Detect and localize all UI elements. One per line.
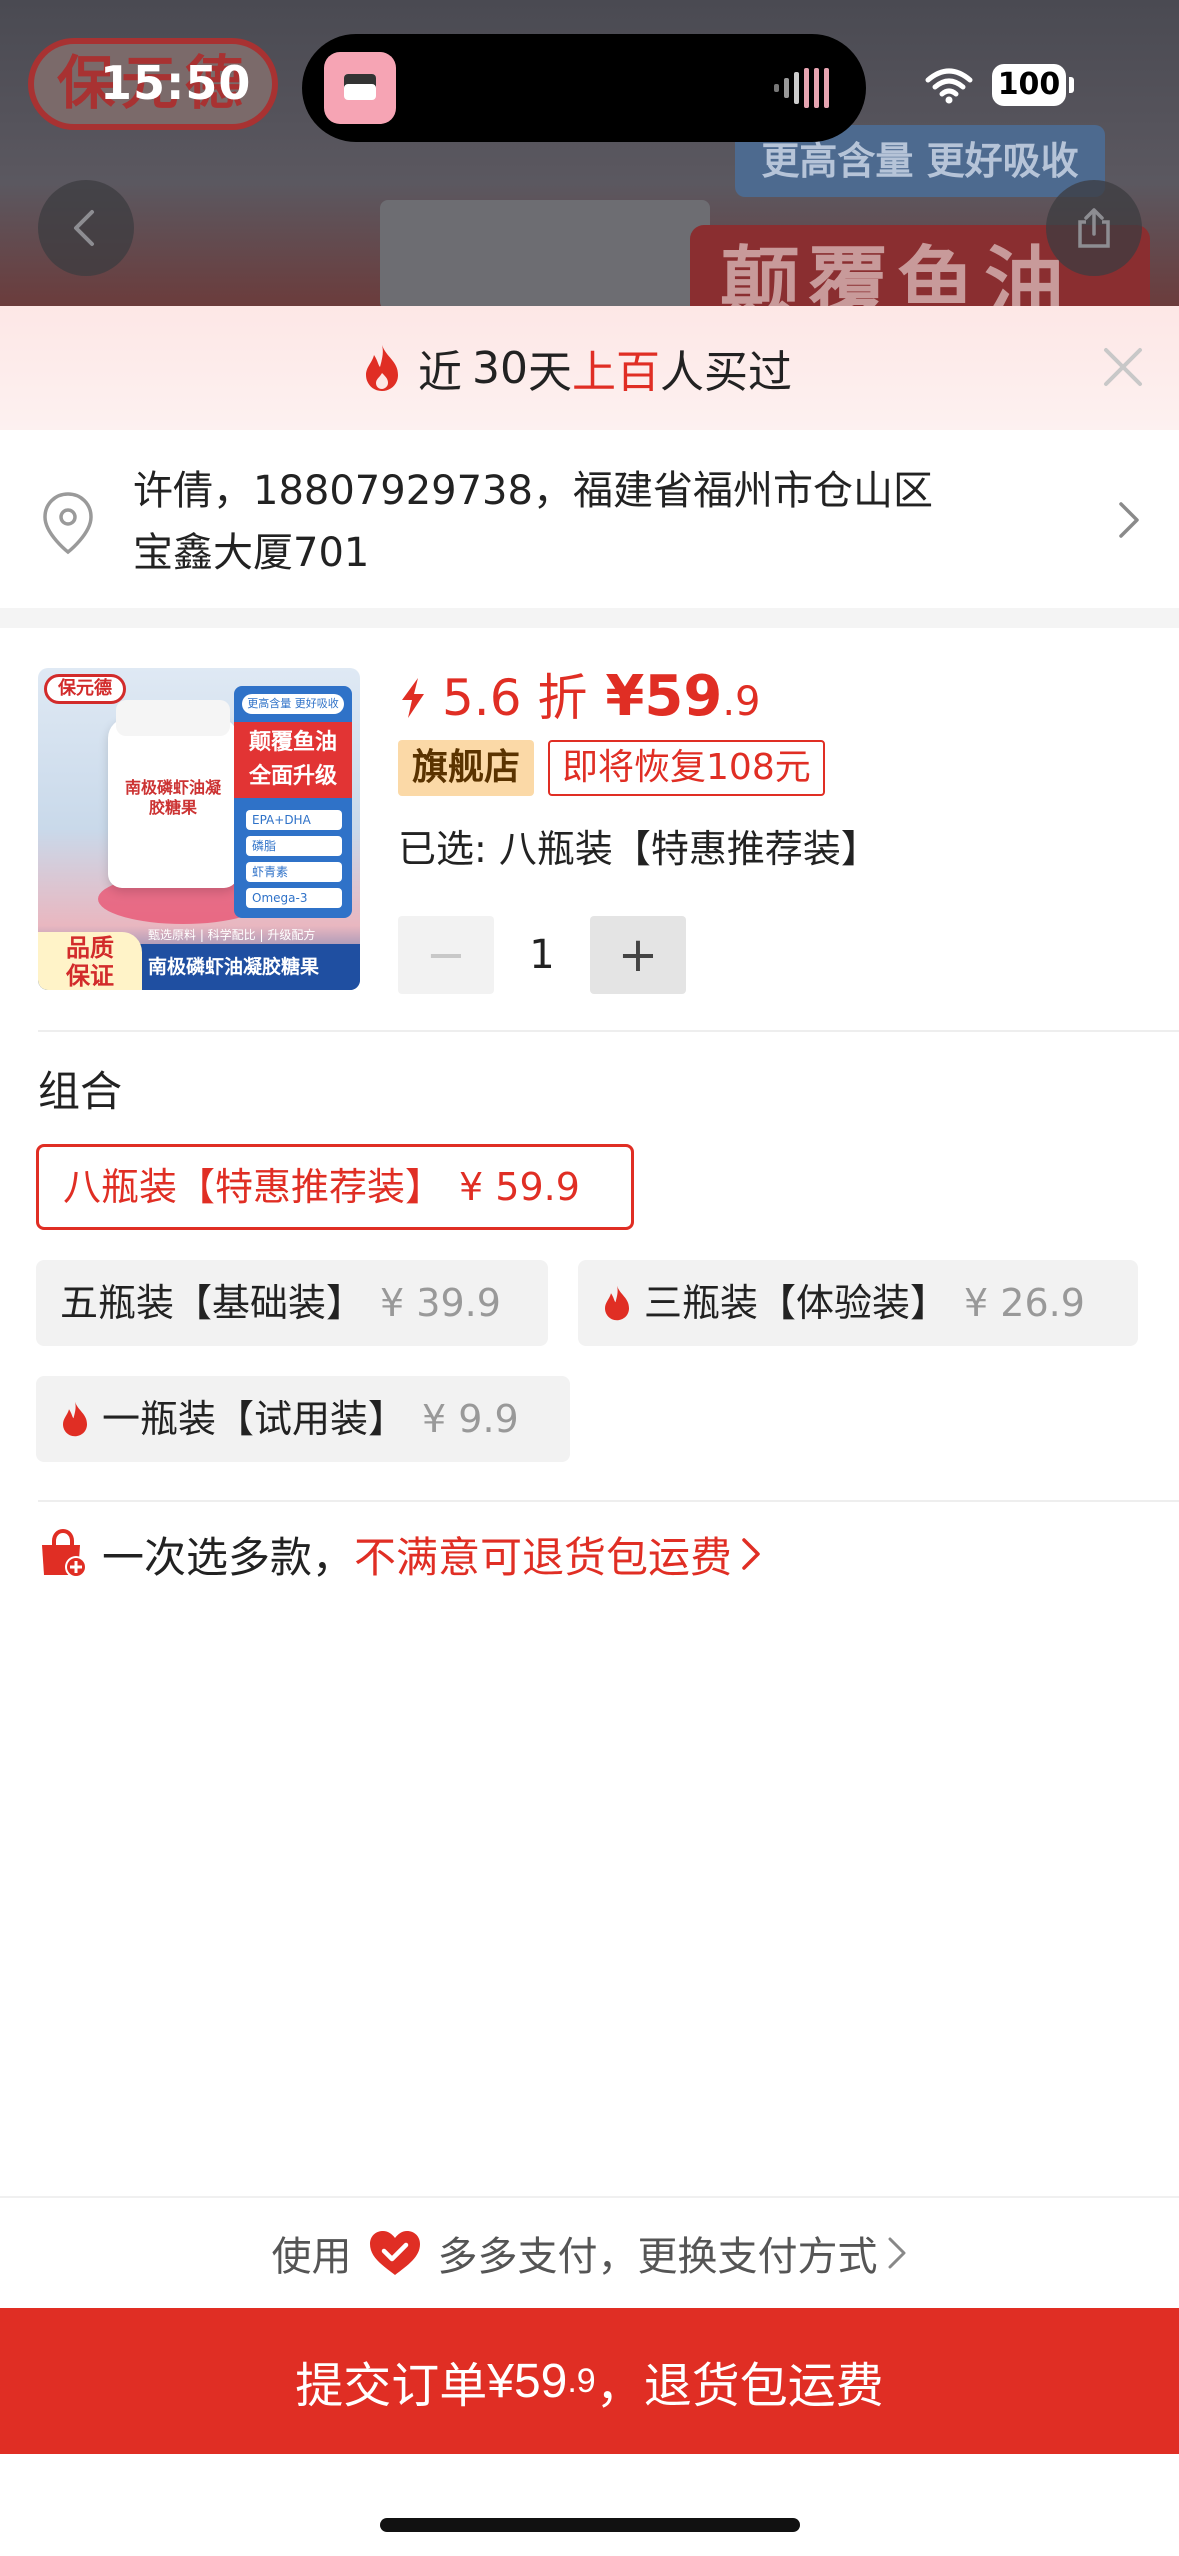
combo-option-five-pack[interactable]: 五瓶装【基础装】 ¥ 39.9 — [36, 1260, 548, 1346]
panel-top: 更高含量 更好吸收 — [242, 694, 344, 714]
combo-option-price: ¥ 26.9 — [964, 1281, 1085, 1325]
bg-product-box — [380, 200, 710, 306]
battery-indicator: 100 — [992, 64, 1074, 106]
notice-days: 30 — [472, 342, 528, 394]
app-icon — [324, 52, 396, 124]
quality-badge-line-1: 品质 — [66, 934, 114, 962]
order-sheet: 近 30 天 上百 人买过 许倩，18807929738，福建省福州市仓山区 宝… — [0, 306, 1179, 2556]
flame-icon — [605, 1285, 629, 1321]
submit-price-decimal: .9 — [567, 2361, 596, 2400]
address-line-2: 宝鑫大厦701 — [133, 530, 370, 576]
submit-suffix: ，退货包运费 — [595, 2360, 884, 2413]
combo-option-label: 八瓶装【特惠推荐装】 — [63, 1165, 444, 1209]
combo-option-price: ¥ 59.9 — [459, 1165, 580, 1209]
product-bottle: 南极磷虾油凝胶糖果 — [108, 700, 238, 888]
divider — [38, 1500, 1179, 1502]
product-image-tagline: 甄选原料 | 科学配比 | 升级配方 — [148, 928, 316, 942]
price-recover-tag: 即将恢复108元 — [548, 740, 825, 796]
background-product-header: 保元德 更高含量 更好吸收 颠覆鱼油 15:50 100 — [0, 0, 1179, 306]
combo-option-price: ¥ 9.9 — [422, 1397, 519, 1441]
panel-headline-2: 全面升级 — [248, 764, 337, 789]
status-time: 15:50 — [100, 56, 252, 110]
price-row: 5.6 折 ¥59 .9 — [398, 658, 761, 738]
decrease-button[interactable]: − — [398, 916, 494, 994]
section-divider — [0, 608, 1179, 628]
bottle-label: 南极磷虾油凝胶糖果 — [124, 778, 221, 817]
notice-prefix: 近 — [418, 347, 462, 398]
flame-icon — [366, 345, 398, 391]
payment-method-row[interactable]: 使用 多多支付，更换支付方式 — [0, 2196, 1179, 2308]
panel-item: Omega-3 — [246, 888, 342, 908]
panel-item: 磷脂 — [246, 836, 342, 856]
notice-hot: 上百 — [572, 347, 660, 398]
divider — [38, 1030, 1179, 1032]
quantity-stepper: − 1 + — [398, 916, 686, 994]
product-image-logo: 保元德 — [44, 674, 126, 704]
wifi-icon — [925, 68, 973, 104]
discount-rate: 5.6 折 — [442, 669, 588, 727]
location-pin-icon — [43, 492, 93, 555]
lightning-icon — [402, 678, 424, 718]
combo-option-label: 一瓶装【试用装】 — [102, 1397, 407, 1441]
product-tags: 旗舰店 即将恢复108元 — [398, 740, 825, 806]
back-button[interactable] — [38, 180, 134, 276]
payment-prefix: 使用 — [271, 2234, 352, 2280]
product-image[interactable]: 保元德 南极磷虾油凝胶糖果 更高含量 更好吸收 颠覆鱼油 全面升级 EPA+DH… — [38, 668, 360, 990]
close-icon[interactable] — [1100, 344, 1146, 390]
submit-label: 提交订单 — [295, 2360, 488, 2413]
combo-option-one-pack[interactable]: 一瓶装【试用装】 ¥ 9.9 — [36, 1376, 570, 1462]
increase-button[interactable]: + — [590, 916, 686, 994]
guarantee-text: 一次选多款， — [102, 1532, 355, 1582]
combo-option-label: 五瓶装【基础装】 — [60, 1281, 365, 1325]
address-line-1: 许倩，18807929738，福建省福州市仓山区 — [133, 468, 933, 514]
chevron-right-icon — [1119, 502, 1139, 538]
combo-title: 组合 — [38, 1067, 123, 1116]
payment-method: 多多支付，更换支付方式 — [437, 2234, 878, 2280]
share-button[interactable] — [1046, 180, 1142, 276]
purchase-notice-bar: 近 30 天 上百 人买过 — [0, 306, 1179, 430]
combo-option-eight-pack[interactable]: 八瓶装【特惠推荐装】 ¥ 59.9 — [36, 1144, 634, 1230]
heart-shield-icon — [369, 2231, 420, 2275]
notice-mid: 天 — [528, 347, 572, 398]
guarantee-highlight: 不满意可退货包运费 — [354, 1532, 733, 1582]
panel-item: 虾青素 — [246, 862, 342, 882]
panel-headline-1: 颠覆鱼油 — [248, 730, 337, 755]
chevron-right-icon — [888, 2237, 905, 2269]
back-arrow-icon — [74, 210, 94, 246]
home-indicator[interactable] — [380, 2518, 800, 2532]
submit-order-button[interactable]: 提交订单 ¥59 .9 ，退货包运费 — [0, 2308, 1179, 2454]
notice-suffix: 人买过 — [660, 347, 792, 398]
submit-price-integer: ¥59 — [487, 2354, 568, 2408]
price-integer: ¥59 — [605, 664, 723, 729]
flagship-store-tag: 旗舰店 — [398, 740, 535, 796]
combo-option-price: ¥ 39.9 — [380, 1281, 501, 1325]
return-guarantee[interactable]: 一次选多款， 不满意可退货包运费 — [38, 1524, 762, 1584]
shopping-bag-icon — [42, 1529, 87, 1578]
combo-option-label: 三瓶装【体验装】 — [644, 1281, 949, 1325]
combo-option-three-pack[interactable]: 三瓶装【体验装】 ¥ 26.9 — [578, 1260, 1138, 1346]
shipping-address[interactable]: 许倩，18807929738，福建省福州市仓山区 宝鑫大厦701 — [0, 430, 1179, 606]
quality-badge-line-2: 保证 — [66, 962, 114, 990]
flame-icon — [63, 1401, 87, 1437]
share-icon — [1078, 208, 1110, 248]
price-decimal: .9 — [722, 679, 761, 725]
signal-bars-icon — [774, 68, 829, 108]
panel-item: EPA+DHA — [246, 810, 342, 830]
quality-badge: 品质 保证 — [38, 932, 142, 990]
quantity-value[interactable]: 1 — [494, 932, 590, 978]
chevron-right-icon — [742, 1538, 760, 1570]
panel-headline: 颠覆鱼油 全面升级 — [234, 722, 352, 798]
product-image-panel: 更高含量 更好吸收 颠覆鱼油 全面升级 EPA+DHA 磷脂 虾青素 Omega… — [234, 686, 352, 918]
selected-variant: 已选: 八瓶装【特惠推荐装】 — [398, 827, 879, 871]
dynamic-island — [302, 34, 866, 142]
address-text: 许倩，18807929738，福建省福州市仓山区 宝鑫大厦701 — [133, 460, 1053, 584]
